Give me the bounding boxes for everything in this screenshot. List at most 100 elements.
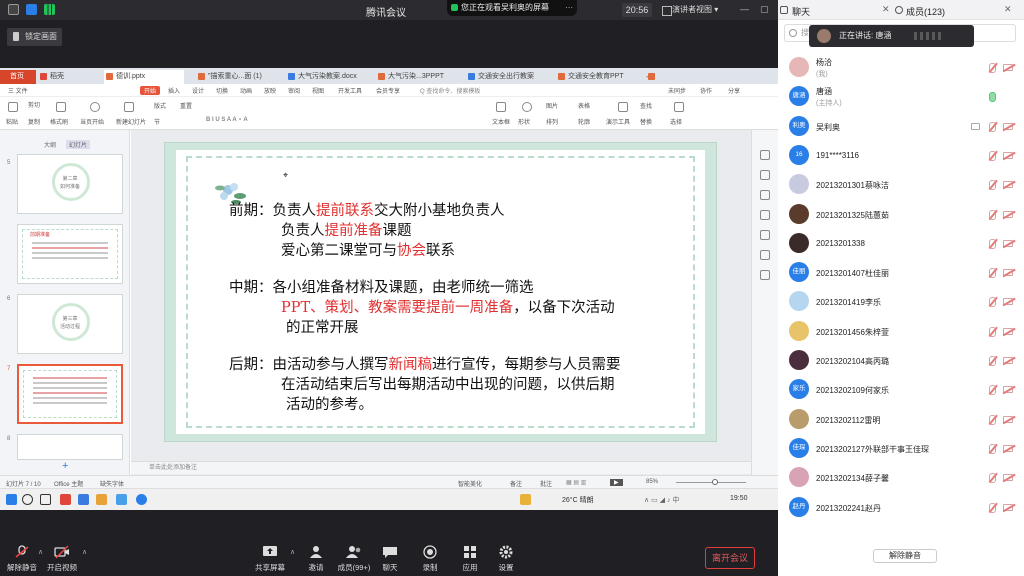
menu-developer[interactable]: 开发工具: [338, 86, 362, 95]
member-row[interactable]: 唐涵 唐涵 (主持人): [778, 83, 1024, 112]
replace-button[interactable]: 替换: [640, 117, 652, 126]
start-slideshow-button[interactable]: 当页开始: [80, 117, 104, 126]
member-row[interactable]: 20213202134薛子馨: [778, 464, 1024, 493]
current-slide[interactable]: ⌖ 前期：负责人提前联系交大附小基地负责人 负责人提前准备课题 爱心第二课堂可与…: [164, 142, 717, 442]
taskbar-app-icon[interactable]: [136, 494, 147, 505]
menu-member[interactable]: 会员专享: [376, 86, 400, 95]
menu-insert[interactable]: 插入: [168, 86, 180, 95]
member-row[interactable]: 利奥 吴利奥: [778, 113, 1024, 142]
menu-transition[interactable]: 切换: [216, 86, 228, 95]
member-row[interactable]: 16 191****3116: [778, 142, 1024, 171]
tab-doc-6[interactable]: 交通安全出行教案: [466, 70, 546, 84]
mic-muted-icon[interactable]: [989, 150, 996, 161]
member-row[interactable]: 20213202112雷明: [778, 406, 1024, 435]
arrange-button[interactable]: 排列: [546, 117, 558, 126]
camera-off-icon[interactable]: [1003, 474, 1013, 482]
slide-thumb[interactable]: [17, 434, 123, 460]
menu-view[interactable]: 视图: [312, 86, 324, 95]
play-slideshow-icon[interactable]: ▶: [610, 479, 623, 486]
cut-button[interactable]: 剪切: [28, 100, 40, 109]
camera-off-icon[interactable]: [1003, 122, 1013, 130]
share-doc-button[interactable]: 分享: [728, 86, 740, 95]
layout-button[interactable]: 版式: [154, 101, 166, 110]
smart-beautify-button[interactable]: 智能美化: [458, 479, 482, 488]
find-button[interactable]: 查找: [640, 101, 652, 110]
zoom-slider-thumb[interactable]: [712, 479, 718, 485]
side-tool-icon[interactable]: [760, 250, 770, 260]
section-button[interactable]: 节: [154, 117, 160, 126]
member-row[interactable]: 20213201419李乐: [778, 288, 1024, 317]
slide-thumb-selected[interactable]: [17, 364, 123, 424]
zoom-level[interactable]: 85%: [646, 479, 658, 485]
missing-font-button[interactable]: 缺失字体: [100, 479, 124, 488]
slide-thumb[interactable]: 第三章 活动过程: [17, 294, 123, 354]
side-tool-icon[interactable]: [760, 270, 770, 280]
slides-tab[interactable]: 幻灯片: [66, 140, 91, 149]
minimize-icon[interactable]: —: [740, 4, 749, 14]
video-options-chevron-icon[interactable]: ∧: [82, 548, 87, 556]
play-icon[interactable]: [90, 102, 100, 112]
camera-off-icon[interactable]: [1003, 239, 1013, 247]
mic-muted-icon[interactable]: [989, 473, 996, 484]
record-button[interactable]: 录制: [408, 545, 452, 573]
mic-muted-icon[interactable]: [989, 63, 996, 73]
mic-muted-icon[interactable]: [989, 502, 996, 513]
menu-animation[interactable]: 动画: [240, 86, 252, 95]
new-slide-icon[interactable]: [124, 102, 134, 112]
select-icon[interactable]: [674, 102, 684, 112]
task-view-icon[interactable]: [40, 494, 51, 505]
menu-home[interactable]: 开始: [140, 86, 161, 95]
tab-home[interactable]: 首页: [0, 70, 36, 84]
zoom-slider[interactable]: [676, 482, 746, 483]
slide-thumb[interactable]: 第二章 如何准备: [17, 154, 123, 214]
member-row[interactable]: 佳琛 20213202127外联部干事王佳琛: [778, 435, 1024, 464]
paste-icon[interactable]: [8, 102, 18, 112]
wps-app-icon[interactable]: [60, 494, 71, 505]
mic-muted-icon[interactable]: [989, 356, 996, 366]
copy-button[interactable]: 复制: [28, 117, 40, 126]
tab-doc-5[interactable]: 大气污染...3PPPT: [376, 70, 458, 84]
notes-placeholder[interactable]: 单击此处添加备注: [131, 461, 751, 474]
format-painter-icon[interactable]: [56, 102, 66, 112]
side-tool-icon[interactable]: [760, 230, 770, 240]
mic-muted-icon[interactable]: [989, 297, 996, 308]
search-icon[interactable]: [22, 494, 33, 505]
camera-off-icon[interactable]: [1003, 151, 1013, 159]
close-members-icon[interactable]: ✕: [1004, 4, 1012, 15]
menu-review[interactable]: 审阅: [288, 86, 300, 95]
format-painter-button[interactable]: 格式刷: [50, 117, 68, 126]
camera-off-icon[interactable]: [1003, 181, 1013, 189]
view-mode-button[interactable]: 演讲者视图 ▾: [660, 3, 722, 17]
chat-button[interactable]: 聊天: [368, 545, 412, 573]
member-row[interactable]: 赵丹 20213202241赵丹: [778, 494, 1024, 523]
comments-toggle[interactable]: 批注: [540, 479, 552, 488]
side-tool-icon[interactable]: [760, 150, 770, 160]
member-row[interactable]: 20213201338: [778, 230, 1024, 259]
settings-button[interactable]: 设置: [484, 545, 528, 573]
camera-off-icon[interactable]: [1003, 503, 1013, 511]
command-search[interactable]: Q 查找命令、搜索模板: [420, 86, 480, 95]
tab-doc-4[interactable]: 大气污染教案.docx: [286, 70, 366, 84]
shape-button[interactable]: 形状: [518, 117, 530, 126]
taskbar-app-icon[interactable]: [96, 494, 107, 505]
member-row[interactable]: 20213201325陆蕙茹: [778, 201, 1024, 230]
textbox-button[interactable]: 文本框: [492, 117, 510, 126]
menu-file[interactable]: 三 文件: [8, 86, 28, 95]
picture-button[interactable]: 图片: [546, 101, 558, 110]
mic-muted-icon[interactable]: [989, 414, 996, 425]
members-tab[interactable]: 成员(123): [906, 5, 945, 18]
security-icon[interactable]: [26, 4, 37, 15]
windows-start-icon[interactable]: [6, 494, 17, 505]
fullscreen-icon[interactable]: ▢: [760, 4, 769, 15]
member-row[interactable]: 20213201456朱梓萱: [778, 318, 1024, 347]
camera-off-icon[interactable]: [1003, 386, 1013, 394]
new-slide-button[interactable]: 新建幻灯片: [116, 117, 146, 126]
member-row[interactable]: 家乐 20213202109何家乐: [778, 376, 1024, 405]
tab-docer[interactable]: 稻壳: [38, 70, 82, 84]
taskbar-app-icon[interactable]: [78, 494, 89, 505]
shape-icon[interactable]: [522, 102, 532, 112]
side-tool-icon[interactable]: [760, 190, 770, 200]
presentation-tools-button[interactable]: 演示工具: [606, 117, 630, 126]
mic-muted-icon[interactable]: [989, 180, 996, 191]
camera-off-icon[interactable]: [1003, 415, 1013, 423]
